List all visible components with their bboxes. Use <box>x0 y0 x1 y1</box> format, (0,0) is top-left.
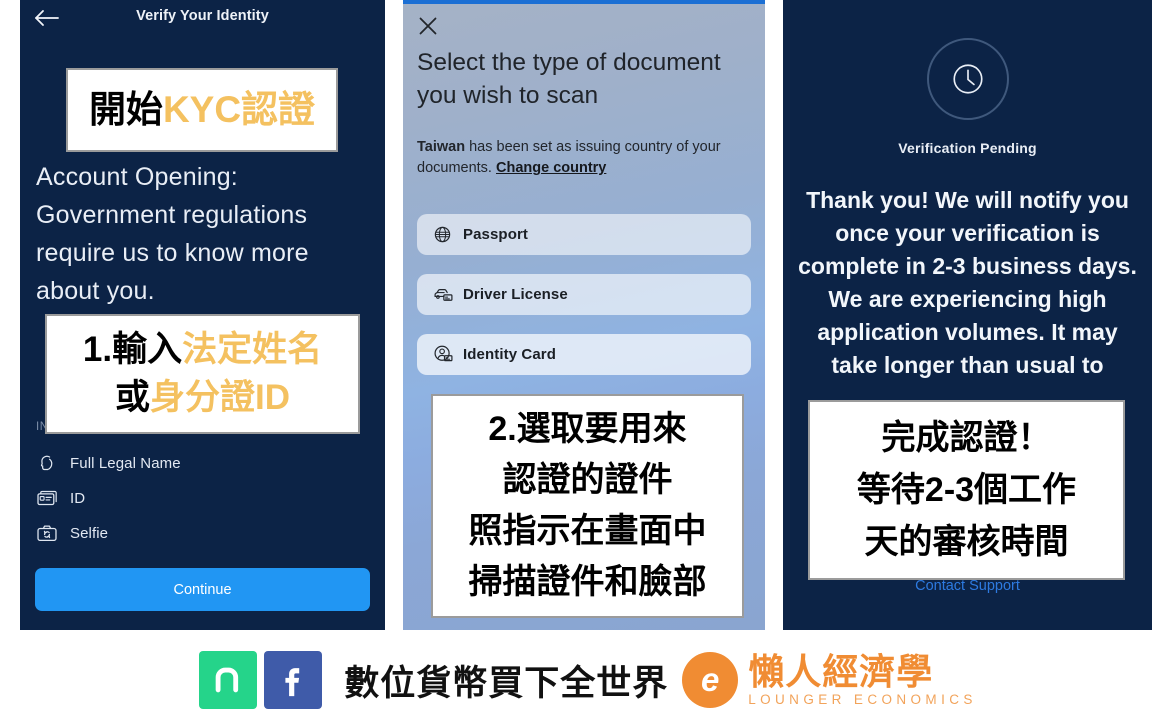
account-opening-heading: Account Opening: Government regulations … <box>36 163 309 305</box>
annotation-step-two: 2.選取要用來 認證的證件 照指示在畫面中 掃描證件和臉部 <box>431 394 744 618</box>
requirement-label: ID <box>70 490 86 507</box>
annotation-step-one: 1.輸入法定姓名 或身分證ID <box>45 314 360 434</box>
annotation-line: 掃描證件和臉部 <box>468 563 707 601</box>
continue-button[interactable]: Continue <box>35 568 370 611</box>
annotation-text-highlight: 法定姓名 <box>182 330 323 369</box>
list-item: ID <box>36 481 366 516</box>
document-option-passport[interactable]: Passport <box>417 214 751 255</box>
annotation-line: 2.選取要用來 <box>488 410 687 448</box>
issuing-country-note: Taiwan has been set as issuing country o… <box>417 137 757 179</box>
document-option-identity-card[interactable]: Identity Card <box>417 334 751 375</box>
status-badge: Verification Pending <box>898 140 1037 156</box>
identity-card-icon <box>433 344 463 365</box>
list-item: Full Legal Name <box>36 446 366 481</box>
document-option-label: Passport <box>463 226 528 243</box>
annotation-step-three: 完成認證！ 等待2-3個工作 天的審核時間 <box>808 400 1125 580</box>
footer-slogan: 數位貨幣買下全世界 <box>344 663 669 703</box>
lounger-economics-mark-icon: e <box>682 652 739 708</box>
annotation-text-plain: 或 <box>114 378 150 417</box>
car-license-icon <box>433 284 463 305</box>
annotation-line: 照指示在畫面中 <box>468 512 707 550</box>
contact-support-link[interactable]: Contact Support <box>783 578 1152 594</box>
requirements-list: Full Legal Name ID Selfie <box>36 446 366 551</box>
change-country-link[interactable]: Change country <box>496 160 606 176</box>
facebook-icon[interactable] <box>264 651 323 709</box>
annotation-text-highlight: KYC認證 <box>162 89 316 130</box>
annotation-text-highlight: 身分證ID <box>150 378 291 417</box>
document-option-label: Driver License <box>463 286 568 303</box>
head-profile-icon <box>36 451 70 477</box>
globe-icon <box>433 225 463 244</box>
annotation-line: 或身分證ID <box>115 374 290 422</box>
requirement-label: Selfie <box>70 525 109 542</box>
selfie-camera-icon <box>36 521 70 547</box>
document-type-list: Passport Driver License Identity Card <box>417 214 751 394</box>
requirement-label: Full Legal Name <box>70 455 181 472</box>
annotation-text-plain: 1.輸入 <box>82 330 183 369</box>
annotation-line: 等待2-3個工作 <box>856 471 1077 509</box>
annotation-line: 天的審核時間 <box>864 523 1069 561</box>
annotation-line: 完成認證！ <box>881 419 1052 457</box>
document-option-driver-license[interactable]: Driver License <box>417 274 751 315</box>
annotation-start-kyc: 開始KYC認證 <box>66 68 338 152</box>
annotation-text-plain: 開始 <box>88 89 163 130</box>
panel-one-topbar: Verify Your Identity <box>20 0 385 36</box>
id-card-icon <box>36 486 70 512</box>
clock-icon <box>926 38 1009 120</box>
footer-branding-bar: 數位貨幣買下全世界 e 懶人經濟學 LOUNGER ECONOMICS <box>0 632 1176 728</box>
brand-text-block: 懶人經濟學 LOUNGER ECONOMICS <box>748 652 977 708</box>
annotation-line: 開始KYC認證 <box>89 89 315 131</box>
brand-name-en: LOUNGER ECONOMICS <box>748 692 977 707</box>
issuing-country-name: Taiwan <box>417 139 466 155</box>
annotation-line: 認證的證件 <box>502 461 673 499</box>
list-item: Selfie <box>36 516 366 551</box>
page-title: Verify Your Identity <box>136 8 269 24</box>
annotation-line: 1.輸入法定姓名 <box>83 326 322 374</box>
brand-name-cn: 懶人經濟學 <box>748 651 934 692</box>
select-document-heading: Select the type of document you wish to … <box>417 49 721 109</box>
panel-two-accent-bar <box>403 0 765 4</box>
pending-message: Thank you! We will notify you once your … <box>798 187 1137 378</box>
brand-logo: e 懶人經濟學 LOUNGER ECONOMICS <box>682 652 977 708</box>
document-option-label: Identity Card <box>463 346 556 363</box>
line-app-icon[interactable] <box>199 651 258 709</box>
close-x-icon[interactable] <box>416 14 440 38</box>
